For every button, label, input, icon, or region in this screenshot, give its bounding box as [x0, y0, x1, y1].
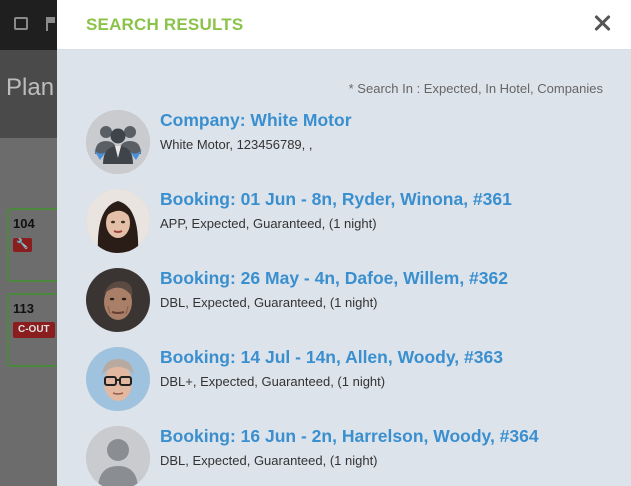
search-result-booking-364[interactable]: Booking: 16 Jun - 2n, Harrelson, Woody, …: [86, 426, 606, 486]
result-subtitle: DBL+, Expected, Guaranteed, (1 night): [160, 374, 386, 389]
company-group-icon: [86, 110, 150, 174]
flag-icon[interactable]: [46, 17, 55, 31]
room-number: 113: [13, 301, 34, 316]
maintenance-wrench-icon: 🔧: [13, 238, 32, 252]
search-result-company[interactable]: Company: White Motor White Motor, 123456…: [86, 110, 606, 180]
result-subtitle: DBL, Expected, Guaranteed, (1 night): [160, 295, 378, 310]
panel-title: SEARCH RESULTS: [86, 15, 244, 34]
result-title[interactable]: Booking: 14 Jul - 14n, Allen, Woody, #36…: [160, 347, 503, 368]
search-results-panel: SEARCH RESULTS * Search In : Expected, I…: [57, 0, 631, 486]
result-title[interactable]: Company: White Motor: [160, 110, 352, 131]
close-icon[interactable]: [591, 12, 613, 34]
guest-photo: [86, 347, 150, 411]
result-subtitle: APP, Expected, Guaranteed, (1 night): [160, 216, 377, 231]
search-result-booking-363[interactable]: Booking: 14 Jul - 14n, Allen, Woody, #36…: [86, 347, 606, 417]
search-scope-note: * Search In : Expected, In Hotel, Compan…: [348, 81, 603, 96]
result-title[interactable]: Booking: 26 May - 4n, Dafoe, Willem, #36…: [160, 268, 508, 289]
room-number: 104: [13, 216, 35, 231]
page-title: Plan: [6, 74, 55, 101]
result-subtitle: White Motor, 123456789, ,: [160, 137, 313, 152]
panel-header: SEARCH RESULTS: [57, 0, 631, 50]
default-user-icon: [86, 426, 150, 486]
result-title[interactable]: Booking: 01 Jun - 8n, Ryder, Winona, #36…: [160, 189, 512, 210]
guest-photo: [86, 268, 150, 332]
window-icon[interactable]: [14, 17, 28, 30]
guest-photo: [86, 189, 150, 253]
checkout-badge: C-OUT: [13, 322, 55, 338]
result-title[interactable]: Booking: 16 Jun - 2n, Harrelson, Woody, …: [160, 426, 539, 447]
result-subtitle: DBL, Expected, Guaranteed, (1 night): [160, 453, 378, 468]
search-result-booking-361[interactable]: Booking: 01 Jun - 8n, Ryder, Winona, #36…: [86, 189, 606, 259]
search-result-booking-362[interactable]: Booking: 26 May - 4n, Dafoe, Willem, #36…: [86, 268, 606, 338]
